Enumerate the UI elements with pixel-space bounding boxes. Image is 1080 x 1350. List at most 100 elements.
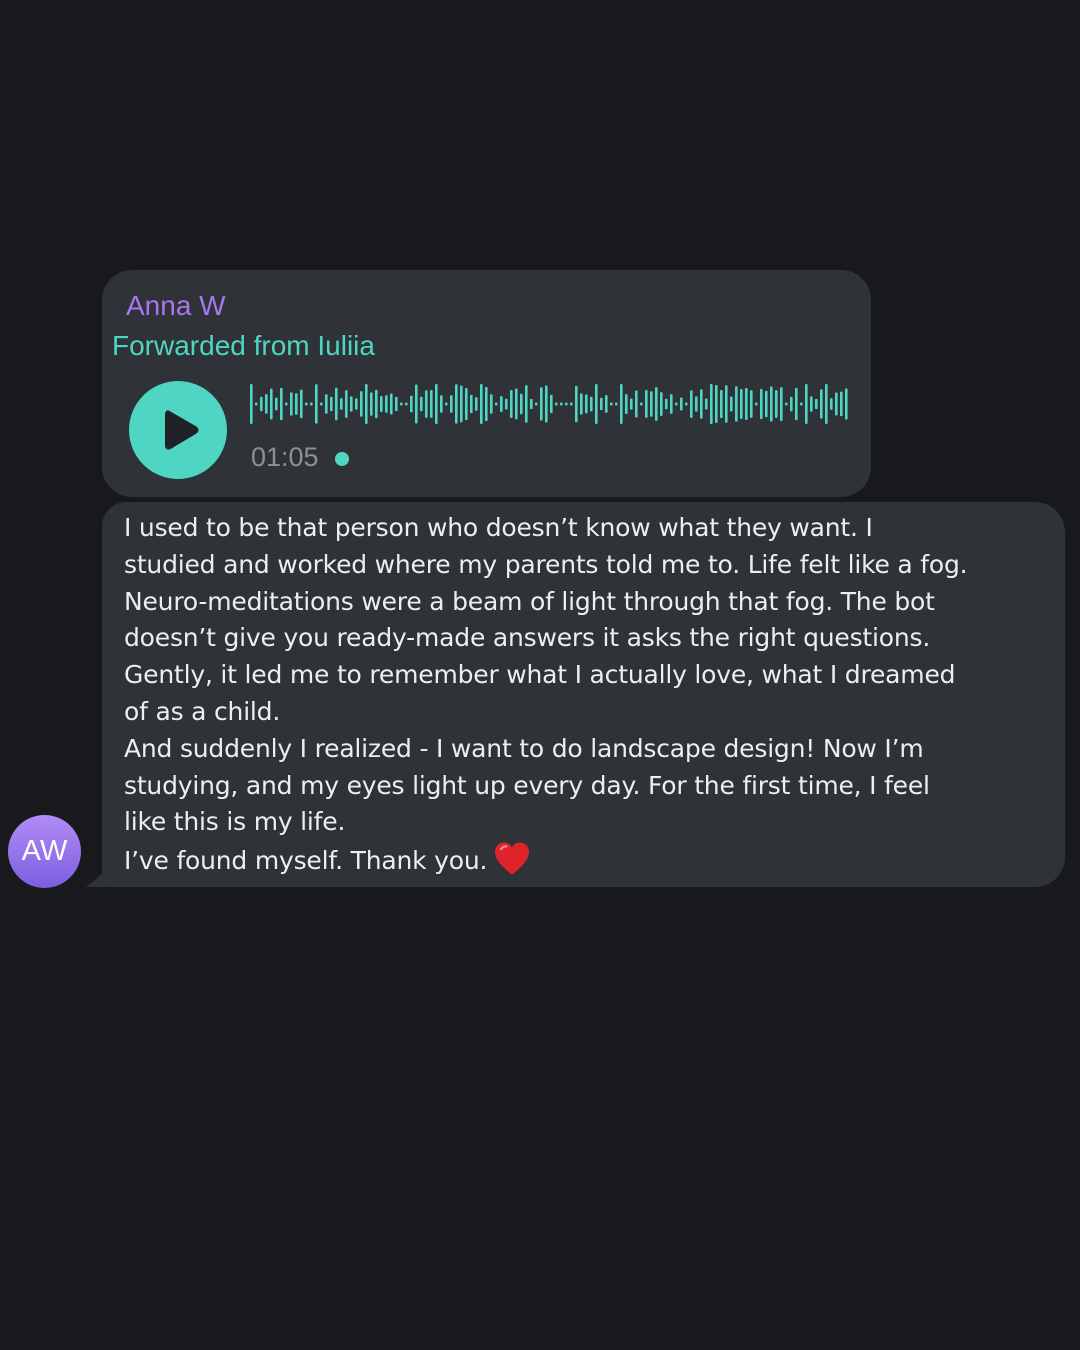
- waveform-bar: [315, 384, 318, 424]
- waveform-bar: [480, 384, 483, 424]
- waveform-bar: [515, 388, 518, 420]
- message-line: doesn’t give you ready-made answers it a…: [124, 623, 931, 653]
- waveform-bar: [455, 384, 458, 424]
- waveform-bar: [475, 397, 478, 411]
- waveform-bar: [745, 388, 748, 420]
- waveform-bar: [735, 386, 738, 422]
- waveform-bar: [425, 390, 428, 418]
- message-line: like this is my life.: [124, 807, 346, 837]
- waveform-bar: [800, 402, 803, 406]
- waveform-bar: [820, 389, 823, 419]
- waveform-bar: [545, 385, 548, 423]
- waveform-bar: [675, 402, 678, 406]
- waveform-bar: [490, 394, 493, 414]
- message-line: studied and worked where my parents told…: [124, 549, 968, 579]
- waveform-bar: [705, 398, 708, 410]
- waveform-bar: [640, 402, 643, 406]
- waveform-bar: [585, 394, 588, 414]
- waveform-bar: [430, 390, 433, 418]
- waveform-bar: [645, 390, 648, 418]
- waveform-bar: [305, 402, 308, 406]
- waveform-bar: [395, 396, 398, 412]
- waveform-bar: [445, 402, 448, 406]
- waveform-bar: [690, 390, 693, 418]
- message-line-text: I’ve found myself. Thank you.: [124, 846, 488, 876]
- waveform-bar: [295, 393, 298, 415]
- waveform-bar: [655, 387, 658, 421]
- waveform-bar: [370, 392, 373, 416]
- waveform-bar: [580, 393, 583, 415]
- play-button[interactable]: [129, 381, 227, 479]
- waveform-bar: [845, 388, 848, 420]
- waveform-bar: [665, 398, 668, 410]
- waveform-bar: [685, 402, 688, 406]
- waveform-bar: [325, 394, 328, 414]
- waveform-bar: [775, 390, 778, 418]
- waveform-bar: [440, 395, 443, 413]
- waveform-bar: [350, 396, 353, 412]
- waveform-bar: [465, 388, 468, 421]
- waveform-bar: [450, 395, 453, 413]
- message-line: Gently, it led me to remember what I act…: [124, 660, 956, 690]
- waveform-bar: [260, 396, 263, 412]
- waveform-bar: [785, 402, 788, 406]
- play-icon: [165, 410, 199, 450]
- waveform-bar: [840, 391, 843, 417]
- waveform-bar: [805, 384, 808, 424]
- waveform-bar: [565, 402, 568, 406]
- waveform-bar: [270, 388, 273, 420]
- waveform-bar: [310, 402, 313, 406]
- waveform-bar: [595, 384, 598, 424]
- waveform-bar: [360, 391, 363, 417]
- waveform-bar: [710, 384, 713, 424]
- waveform-bar: [615, 402, 618, 406]
- waveform-bar: [795, 387, 798, 421]
- waveform-bar: [830, 398, 833, 410]
- waveform-bar: [575, 385, 578, 423]
- waveform-bar: [420, 396, 423, 412]
- waveform-bar: [500, 396, 503, 412]
- waveform-bar: [470, 394, 473, 414]
- waveform-bar: [725, 385, 728, 423]
- waveform-bar: [335, 387, 338, 421]
- waveform-bar: [380, 396, 383, 412]
- waveform-bar: [560, 402, 563, 406]
- waveform-bar: [400, 402, 403, 406]
- waveform-bar: [375, 389, 378, 419]
- waveform-bar: [460, 385, 463, 423]
- unplayed-indicator-dot: [335, 452, 349, 466]
- waveform-bar: [355, 398, 358, 410]
- waveform-bar: [365, 384, 368, 424]
- waveform-bar: [340, 398, 343, 410]
- waveform-bar: [825, 384, 828, 424]
- waveform-bar: [810, 396, 813, 412]
- waveform-bar: [530, 398, 533, 410]
- message-line-last: I’ve found myself. Thank you.: [124, 841, 1024, 880]
- sender-name[interactable]: Anna W: [126, 290, 226, 322]
- message-line: I used to be that person who doesn’t kno…: [124, 513, 873, 542]
- voice-waveform[interactable]: [250, 383, 850, 425]
- waveform-bar: [550, 394, 553, 414]
- forwarded-from-label[interactable]: Forwarded from Iuliia: [112, 330, 375, 362]
- waveform-bar: [700, 389, 703, 419]
- waveform-bar: [405, 402, 408, 406]
- avatar[interactable]: AW: [8, 815, 81, 888]
- message-line: Neuro-meditations were a beam of light t…: [124, 586, 935, 616]
- message-line: of as a child.: [124, 696, 281, 726]
- waveform-bar: [815, 398, 818, 410]
- waveform-bar: [695, 396, 698, 412]
- waveform-bar: [770, 386, 773, 422]
- waveform-bar: [520, 393, 523, 415]
- waveform-bar: [670, 394, 673, 414]
- waveform-bar: [410, 395, 413, 413]
- waveform-bar: [680, 397, 683, 411]
- waveform-bar: [635, 390, 638, 418]
- waveform-bar: [620, 384, 623, 424]
- waveform-bar: [280, 387, 283, 421]
- waveform-bar: [660, 392, 663, 416]
- waveform-bar: [320, 402, 323, 406]
- voice-duration: 01:05: [251, 442, 319, 472]
- waveform-bar: [485, 386, 488, 422]
- waveform-bar: [265, 394, 268, 414]
- waveform-bar: [610, 402, 613, 406]
